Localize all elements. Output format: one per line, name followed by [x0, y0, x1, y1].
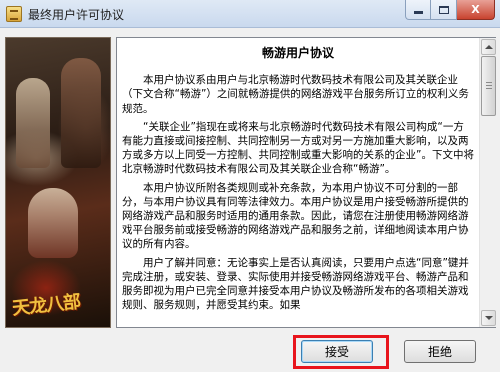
game-artwork-image: 天龙八部 [5, 37, 111, 328]
artwork-figure [28, 188, 78, 258]
license-dialog: 最终用户许可协议 X 天龙八部 畅游用户协议 本用户协议系由用户与北京畅游时代数… [0, 0, 500, 372]
title-bar[interactable]: 最终用户许可协议 X [0, 0, 500, 28]
app-icon [6, 6, 22, 22]
scroll-thumb[interactable] [481, 56, 496, 116]
reject-button[interactable]: 拒绝 [404, 340, 476, 363]
scroll-up-button[interactable] [481, 39, 496, 55]
agreement-paragraph: “关联企业”指现在或将来与北京畅游时代数码技术有限公司构成“一方有能力直接或间接… [122, 120, 474, 176]
maximize-button[interactable] [431, 0, 457, 20]
grip-line [486, 82, 492, 83]
agreement-panel[interactable]: 畅游用户协议 本用户协议系由用户与北京畅游时代数码技术有限公司及其关联企业（下文… [116, 37, 496, 328]
arrow-up-icon [484, 45, 493, 49]
minimize-icon [413, 11, 423, 14]
agreement-paragraph: 本用户协议所附各类规则或补充条款，为本用户协议不可分割的一部分，与本用户协议具有… [122, 181, 469, 251]
agreement-paragraph: 用户了解并同意：无论事实上是否认真阅读，只要用户点选“同意”键并完成注册，或安装… [122, 256, 469, 312]
game-logo: 天龙八部 [11, 291, 82, 320]
artwork-figure [16, 78, 50, 168]
close-button[interactable]: X [457, 0, 495, 20]
scroll-down-button[interactable] [481, 310, 496, 326]
maximize-icon [438, 5, 449, 14]
arrow-down-icon [484, 316, 493, 320]
artwork-figure [61, 58, 101, 168]
agreement-text[interactable]: 畅游用户协议 本用户协议系由用户与北京畅游时代数码技术有限公司及其关联企业（下文… [122, 38, 474, 327]
window-title: 最终用户许可协议 [28, 8, 125, 22]
accept-button[interactable]: 接受 [301, 340, 373, 363]
close-icon: X [471, 3, 480, 16]
agreement-heading: 畅游用户协议 [261, 46, 334, 60]
minimize-button[interactable] [405, 0, 431, 20]
grip-line [486, 85, 492, 86]
grip-line [486, 88, 492, 89]
agreement-paragraph: 本用户协议系由用户与北京畅游时代数码技术有限公司及其关联企业（下文合称“畅游”）… [122, 74, 469, 115]
vertical-scrollbar[interactable] [479, 38, 496, 327]
